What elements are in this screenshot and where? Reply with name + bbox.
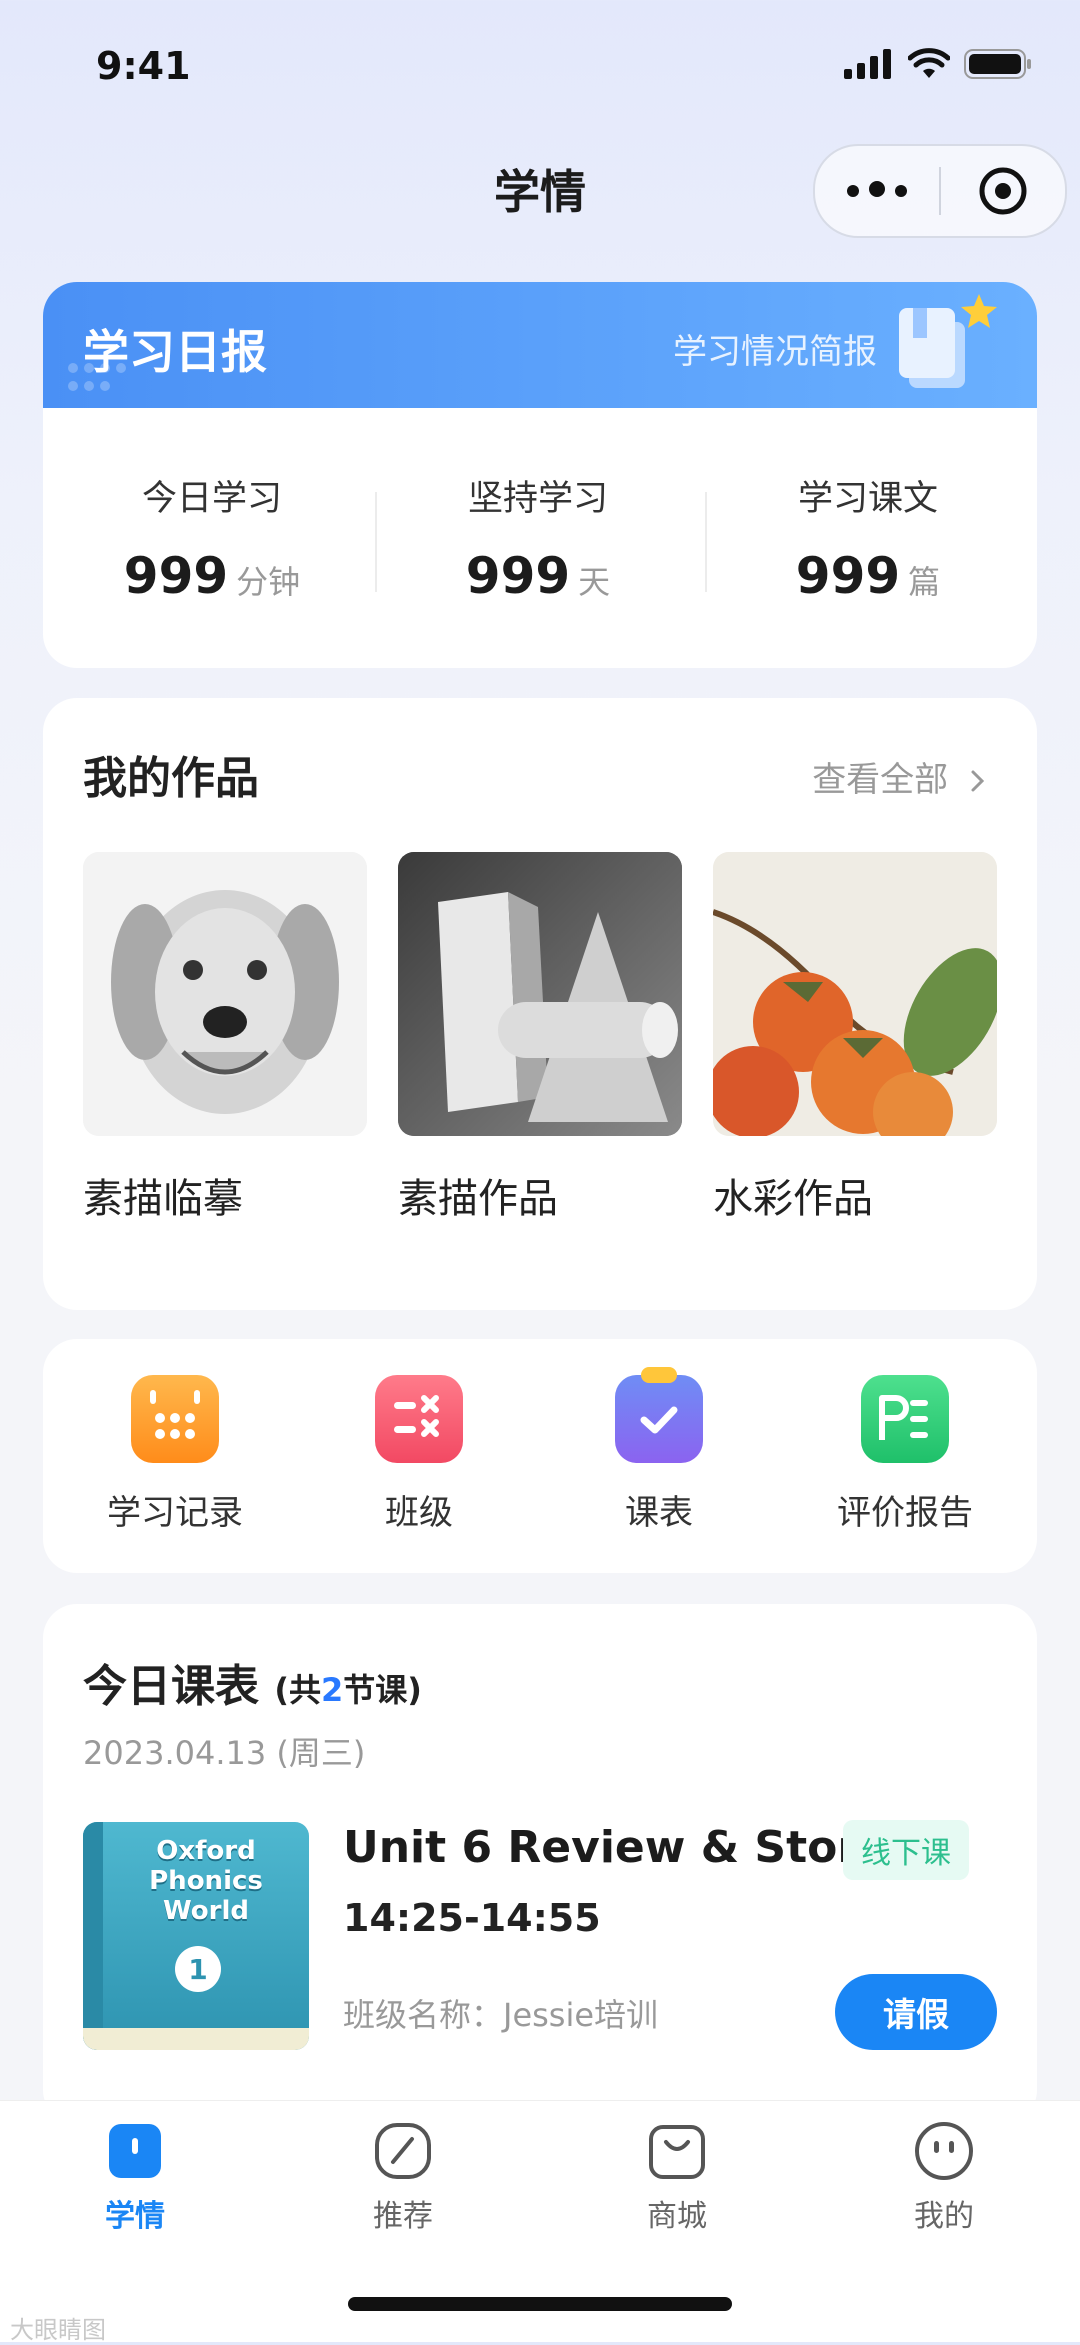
see-all-link[interactable]: 查看全部 [812,752,989,801]
tab-recommend[interactable]: 推荐 [323,2121,483,2235]
quick-action-label: 课表 [625,1493,693,1533]
schedule-date: 2023.04.13 (周三) [83,1734,366,1772]
stat-value: 999 [465,547,571,605]
shopping-bag-icon [647,2121,707,2181]
quick-action-timetable[interactable]: 课表 [559,1367,759,1534]
compass-leaf-icon [373,2121,433,2181]
status-icons [844,48,1034,80]
quick-action-label: 班级 [385,1493,453,1533]
stat-unit: 篇 [908,563,941,601]
study-icon [105,2121,165,2181]
my-works-card: 我的作品 查看全部 素描临摹 素描作品 水彩作品 [43,698,1037,1310]
chevron-right-icon [971,770,985,792]
course-title: Unit 6 Review & Story [343,1822,888,1873]
stat-label: 坚持学习 [467,479,608,519]
work-thumb-geometry[interactable] [398,852,682,1136]
report-icon [861,1375,949,1463]
stat-lessons: 学习课文 999 篇 [773,470,963,605]
more-menu-button[interactable] [815,146,939,236]
stat-value: 999 [795,547,901,605]
course-book-cover[interactable]: Oxford Phonics World 1 [83,1822,309,2050]
book-text: Oxford [156,1836,256,1866]
checklist-icon [375,1375,463,1463]
schedule-title: 今日课表 [83,1661,259,1712]
persimmon-watercolor-image [713,852,997,1136]
stat-today-study: 今日学习 999 分钟 [107,470,317,605]
book-text: Phonics [149,1866,263,1896]
daily-report-subtitle: 学习情况简报 [673,332,877,372]
mini-program-capsule [813,144,1067,238]
book-number: 1 [175,1946,221,1992]
quick-action-label: 评价报告 [837,1493,973,1533]
daily-report-card[interactable]: 学习日报 学习情况简报 今日学习 999 分钟 坚持学习 999 天 学习课文 99… [43,282,1037,668]
home-indicator[interactable] [348,2297,732,2311]
tab-label: 推荐 [373,2199,433,2234]
work-label: 素描临摹 [83,1176,243,1222]
smiley-face-icon [914,2121,974,2181]
calendar-icon [131,1375,219,1463]
geometry-sketch-image [398,852,682,1136]
course-class-name: 班级名称：Jessie培训 [343,1996,659,2034]
target-circle-icon [979,167,1027,215]
wifi-icon [908,48,950,78]
stat-unit: 天 [578,563,611,601]
signal-icon [844,49,891,79]
close-capsule-button[interactable] [941,146,1065,236]
book-text: World [163,1896,249,1926]
more-dots-icon [842,181,912,201]
stat-unit: 分钟 [236,563,301,601]
stat-label: 今日学习 [141,479,282,519]
tab-study[interactable]: 学情 [55,2121,215,2235]
clipboard-check-icon [615,1367,703,1463]
decor-dots-icon [68,363,126,391]
schedule-count: (共2节课) [274,1671,422,1709]
quick-actions-card: 学习记录 班级 课表 评价报告 [43,1339,1037,1573]
quick-action-evaluation-report[interactable]: 评价报告 [805,1375,1005,1534]
stat-value: 999 [123,547,229,605]
stat-streak: 坚持学习 999 天 [443,470,633,605]
stat-label: 学习课文 [797,479,938,519]
work-label: 素描作品 [398,1176,558,1222]
dog-sketch-image [83,852,367,1136]
tab-mine[interactable]: 我的 [864,2121,1024,2235]
daily-report-header: 学习日报 学习情况简报 [43,282,1037,408]
request-leave-button[interactable]: 请假 [835,1974,997,2050]
tab-label: 学情 [105,2199,165,2234]
work-label: 水彩作品 [713,1176,873,1222]
offline-class-badge: 线下课 [843,1820,969,1880]
quick-action-study-record[interactable]: 学习记录 [75,1375,275,1534]
work-thumb-dog[interactable] [83,852,367,1136]
tab-mall[interactable]: 商城 [597,2121,757,2235]
today-schedule-card: 今日课表 (共2节课) 2023.04.13 (周三) Oxford Phoni… [43,1604,1037,2124]
works-title: 我的作品 [83,753,259,804]
see-all-label: 查看全部 [812,760,949,800]
tab-label: 我的 [914,2199,974,2234]
tab-label: 商城 [647,2199,707,2234]
work-thumb-watercolor[interactable] [713,852,997,1136]
quick-action-label: 学习记录 [107,1493,243,1533]
book-star-icon [899,294,997,388]
status-time: 9:41 [96,44,191,88]
quick-action-class[interactable]: 班级 [319,1375,519,1534]
battery-icon [964,49,1031,79]
course-time: 14:25-14:55 [343,1896,601,1940]
schedule-header: 今日课表 (共2节课) [83,1650,422,1714]
watermark-text: 大眼睛图 [10,2316,106,2344]
